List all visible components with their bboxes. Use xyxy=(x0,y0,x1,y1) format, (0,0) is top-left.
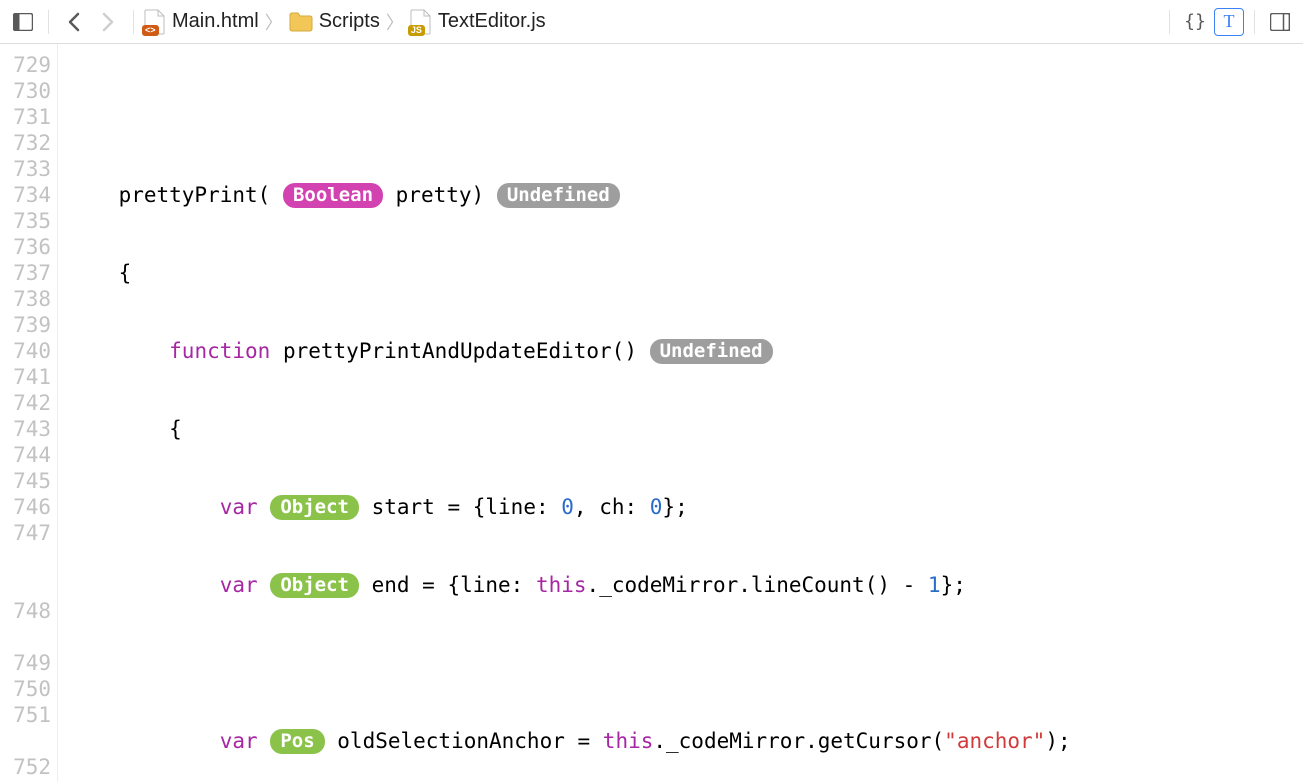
separator xyxy=(1169,10,1170,34)
type-icon: T xyxy=(1224,11,1235,32)
code-line: prettyPrint( Boolean pretty) Undefined xyxy=(68,182,1293,208)
line-number: 729 xyxy=(0,52,51,78)
html-file-icon: <> xyxy=(144,9,166,35)
code-line: { xyxy=(68,260,1293,286)
nav-forward-button[interactable] xyxy=(93,8,123,36)
type-profiler-toggle[interactable]: T xyxy=(1214,8,1244,36)
line-number: 744 xyxy=(0,442,51,468)
line-number xyxy=(0,728,51,754)
code-line xyxy=(68,650,1293,676)
line-number: 743 xyxy=(0,416,51,442)
line-number xyxy=(0,572,51,598)
code-line: var Object end = {line: this._codeMirror… xyxy=(68,572,1293,598)
breadcrumb-label: TextEditor.js xyxy=(438,10,546,33)
line-number: 741 xyxy=(0,364,51,390)
line-number: 750 xyxy=(0,676,51,702)
chevron-right-icon: 〉 xyxy=(386,9,404,35)
code-line: { xyxy=(68,416,1293,442)
type-pill-object: Object xyxy=(270,495,359,520)
line-number: 748 xyxy=(0,598,51,624)
type-pill-boolean: Boolean xyxy=(283,183,383,208)
separator xyxy=(133,10,134,34)
code-line: var Pos oldSelectionAnchor = this._codeM… xyxy=(68,728,1293,754)
line-number: 735 xyxy=(0,208,51,234)
code-editor[interactable]: 7297307317327337347357367377387397407417… xyxy=(0,44,1303,782)
code-line: function prettyPrintAndUpdateEditor() Un… xyxy=(68,338,1293,364)
line-number: 738 xyxy=(0,286,51,312)
type-pill-pos: Pos xyxy=(270,729,324,754)
nav-back-button[interactable] xyxy=(59,8,89,36)
line-number: 737 xyxy=(0,260,51,286)
separator xyxy=(1254,10,1255,34)
toolbar: <> Main.html 〉 Scripts 〉 JS TextEditor.j… xyxy=(0,0,1303,44)
line-number: 749 xyxy=(0,650,51,676)
line-number: 733 xyxy=(0,156,51,182)
line-number: 745 xyxy=(0,468,51,494)
line-number: 746 xyxy=(0,494,51,520)
braces-icon: {} xyxy=(1184,11,1206,32)
type-pill-undefined: Undefined xyxy=(650,339,773,364)
type-pill-undefined: Undefined xyxy=(497,183,620,208)
line-number: 734 xyxy=(0,182,51,208)
line-number: 736 xyxy=(0,234,51,260)
left-panel-toggle[interactable] xyxy=(8,8,38,36)
line-number: 747 xyxy=(0,520,51,546)
line-number xyxy=(0,624,51,650)
line-number: 739 xyxy=(0,312,51,338)
breadcrumb-item-main-html[interactable]: <> Main.html xyxy=(144,9,259,35)
pretty-print-toggle[interactable]: {} xyxy=(1180,8,1210,36)
chevron-right-icon: 〉 xyxy=(265,9,283,35)
line-number: 730 xyxy=(0,78,51,104)
js-file-icon: JS xyxy=(410,9,432,35)
code-line: var Object start = {line: 0, ch: 0}; xyxy=(68,494,1293,520)
separator xyxy=(48,10,49,34)
line-number: 732 xyxy=(0,130,51,156)
line-number: 740 xyxy=(0,338,51,364)
breadcrumb-item-scripts[interactable]: Scripts xyxy=(289,10,380,33)
right-panel-toggle[interactable] xyxy=(1265,8,1295,36)
line-number: 752 xyxy=(0,754,51,780)
code-content[interactable]: prettyPrint( Boolean pretty) Undefined {… xyxy=(58,44,1303,782)
line-number-gutter: 7297307317327337347357367377387397407417… xyxy=(0,44,58,782)
code-line xyxy=(68,104,1293,130)
type-pill-object: Object xyxy=(270,573,359,598)
line-number xyxy=(0,546,51,572)
breadcrumb-label: Scripts xyxy=(319,10,380,33)
line-number: 751 xyxy=(0,702,51,728)
line-number: 742 xyxy=(0,390,51,416)
breadcrumb-item-texteditor-js[interactable]: JS TextEditor.js xyxy=(410,9,546,35)
breadcrumb: <> Main.html 〉 Scripts 〉 JS TextEditor.j… xyxy=(144,9,546,35)
folder-icon xyxy=(289,12,313,32)
line-number: 731 xyxy=(0,104,51,130)
breadcrumb-label: Main.html xyxy=(172,10,259,33)
